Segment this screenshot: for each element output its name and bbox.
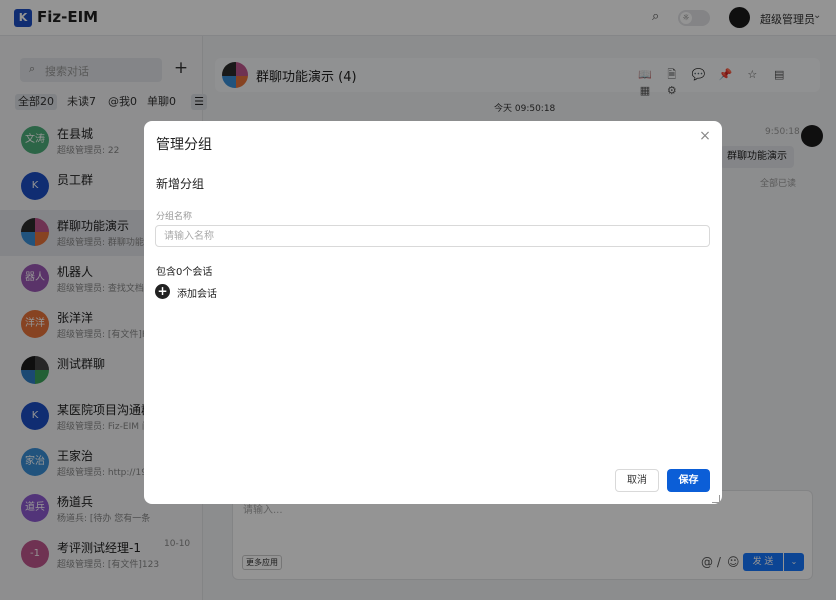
save-button[interactable]: 保存 [667, 469, 710, 492]
section-title: 新增分组 [156, 177, 205, 191]
dialog-title: 管理分组 [156, 137, 212, 153]
group-name-input[interactable] [155, 225, 710, 247]
group-name-label: 分组名称 [156, 212, 193, 222]
close-icon[interactable]: × [698, 129, 712, 143]
plus-circle-icon: + [155, 284, 170, 299]
cancel-button[interactable]: 取消 [615, 469, 659, 492]
add-conversation-label: 添加会话 [177, 289, 217, 300]
resize-handle[interactable] [712, 495, 720, 503]
manage-group-dialog: 管理分组 × 新增分组 分组名称 包含0个会话 + 添加会话 取消 保存 [144, 121, 722, 504]
conversation-count: 包含0个会话 [156, 267, 213, 278]
